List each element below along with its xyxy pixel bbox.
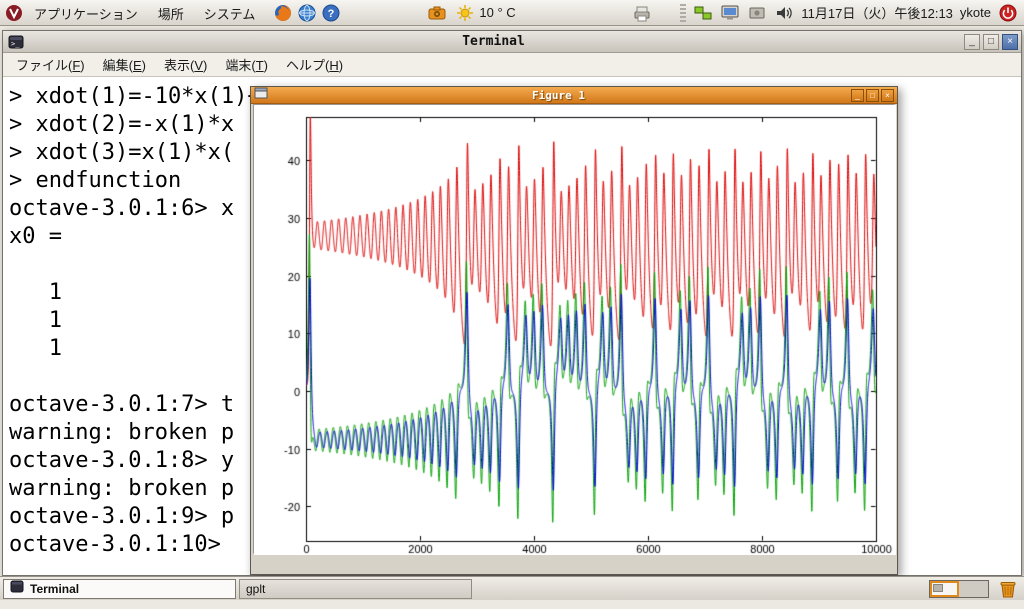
screenshot-applet-icon[interactable] — [427, 3, 447, 23]
figure-maximize-button[interactable]: □ — [866, 88, 879, 102]
workspace-1[interactable] — [930, 580, 959, 597]
volume-applet-icon[interactable] — [774, 3, 794, 23]
terminal-minimize-button[interactable]: _ — [964, 33, 980, 50]
help-launcher-icon[interactable]: ? — [321, 3, 341, 23]
terminal-menu-2[interactable]: 表示(V) — [155, 55, 216, 74]
terminal-menu-3[interactable]: 端末(T) — [216, 55, 277, 74]
user-switcher[interactable]: ykote — [960, 5, 991, 20]
figure-plot-area — [253, 104, 896, 555]
svg-text:>_: >_ — [11, 40, 20, 48]
taskbar-button-terminal[interactable]: Terminal — [3, 578, 236, 599]
terminal-close-button[interactable]: × — [1002, 33, 1018, 50]
clock[interactable]: 11月17日（火）午後12:13 — [801, 3, 953, 22]
figure-titlebar[interactable]: Figure 1 _ □ × — [251, 87, 897, 104]
panel-menus: アプリケーション 場所 システム — [24, 0, 265, 25]
terminal-menu-0[interactable]: ファイル(F) — [7, 55, 94, 74]
figure-window: Figure 1 _ □ × 10201.4, 23.1882 — [250, 86, 898, 588]
logout-power-icon[interactable] — [998, 3, 1018, 23]
web-globe-launcher-icon[interactable] — [297, 3, 317, 23]
workspace-2[interactable] — [959, 580, 988, 597]
workspace-window-thumb — [933, 583, 943, 592]
figure-statusbar: 10201.4, 23.1882 — [253, 555, 895, 588]
top-panel: アプリケーション 場所 システム ? 10 ° C 11月17日（火）午後12:… — [0, 0, 1024, 26]
disk-applet-icon[interactable] — [747, 3, 767, 23]
printer-applet-icon[interactable] — [632, 3, 652, 23]
terminal-maximize-button[interactable]: □ — [983, 33, 999, 50]
taskbar-button-gplt-label: gplt — [246, 581, 266, 596]
terminal-menu-4[interactable]: ヘルプ(H) — [277, 55, 352, 74]
taskbar-button-gplt[interactable]: gplt — [239, 578, 472, 599]
figure-window-title: Figure 1 — [532, 88, 585, 102]
terminal-app-icon: >_ — [6, 32, 26, 52]
terminal-window-title: Terminal — [462, 34, 525, 49]
taskbar-button-terminal-label: Terminal — [30, 581, 80, 596]
workspace-switcher — [929, 579, 989, 598]
menu-system[interactable]: システム — [194, 0, 266, 26]
terminal-task-icon — [10, 580, 24, 597]
weather-sun-icon[interactable] — [455, 3, 475, 23]
terminal-titlebar[interactable]: >_ Terminal _ □ × — [3, 31, 1021, 53]
panel-right-applets: 11月17日（火）午後12:13 ykote — [680, 3, 1020, 23]
figure-close-button[interactable]: × — [881, 88, 894, 102]
taskbar: Terminal gplt — [0, 576, 1024, 600]
svg-text:?: ? — [328, 8, 335, 20]
firefox-launcher-icon[interactable] — [273, 3, 293, 23]
panel-grip[interactable] — [680, 3, 687, 22]
trash-applet-icon[interactable] — [997, 579, 1019, 598]
figure-minimize-button[interactable]: _ — [851, 88, 864, 102]
figure-app-icon — [254, 86, 268, 104]
network-applet-icon[interactable] — [693, 3, 713, 23]
figure-canvas[interactable] — [254, 105, 896, 555]
menu-applications[interactable]: アプリケーション — [24, 0, 148, 26]
display-applet-icon[interactable] — [720, 3, 740, 23]
menu-places[interactable]: 場所 — [148, 0, 194, 26]
terminal-menu-1[interactable]: 編集(E) — [94, 55, 155, 74]
weather-temperature[interactable]: 10 ° C — [479, 5, 515, 20]
distro-menu-icon[interactable] — [4, 3, 24, 23]
terminal-menubar: ファイル(F) 編集(E) 表示(V) 端末(T) ヘルプ(H) — [3, 53, 1021, 77]
